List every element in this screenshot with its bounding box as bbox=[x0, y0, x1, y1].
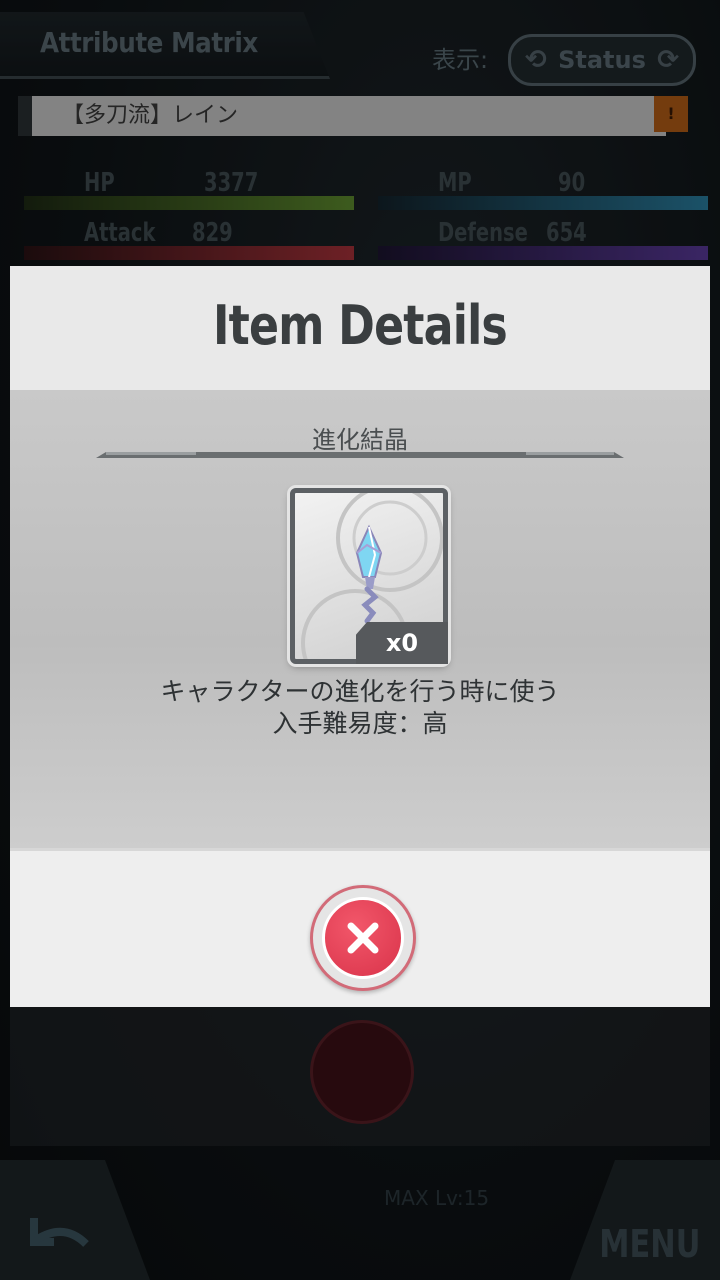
item-icon-frame: x0 bbox=[290, 484, 448, 697]
app-root: Attribute Matrix 表示: ⟲ Status ⟳ 【多刀流】レイン… bbox=[0, 0, 720, 1280]
item-name: 進化結晶 bbox=[312, 426, 408, 454]
close-button-face bbox=[322, 897, 404, 979]
close-icon bbox=[347, 922, 379, 954]
modal-footer bbox=[10, 848, 710, 1007]
modal-header: Item Details bbox=[10, 266, 710, 393]
item-name-divider bbox=[96, 452, 624, 458]
item-count-badge: x0 bbox=[356, 622, 448, 664]
item-description-line2: 入手難易度：高 bbox=[272, 709, 448, 738]
modal-title: Item Details bbox=[213, 294, 508, 357]
item-description-line1: キャラクターの進化を行う時に使う bbox=[160, 677, 560, 706]
modal-body: 進化結晶 x0 キャラクターの進化を行う時に使う 入手難易度：高 bbox=[10, 392, 710, 848]
item-description: キャラクターの進化を行う時に使う 入手難易度：高 bbox=[10, 676, 710, 740]
close-button[interactable] bbox=[310, 885, 416, 991]
